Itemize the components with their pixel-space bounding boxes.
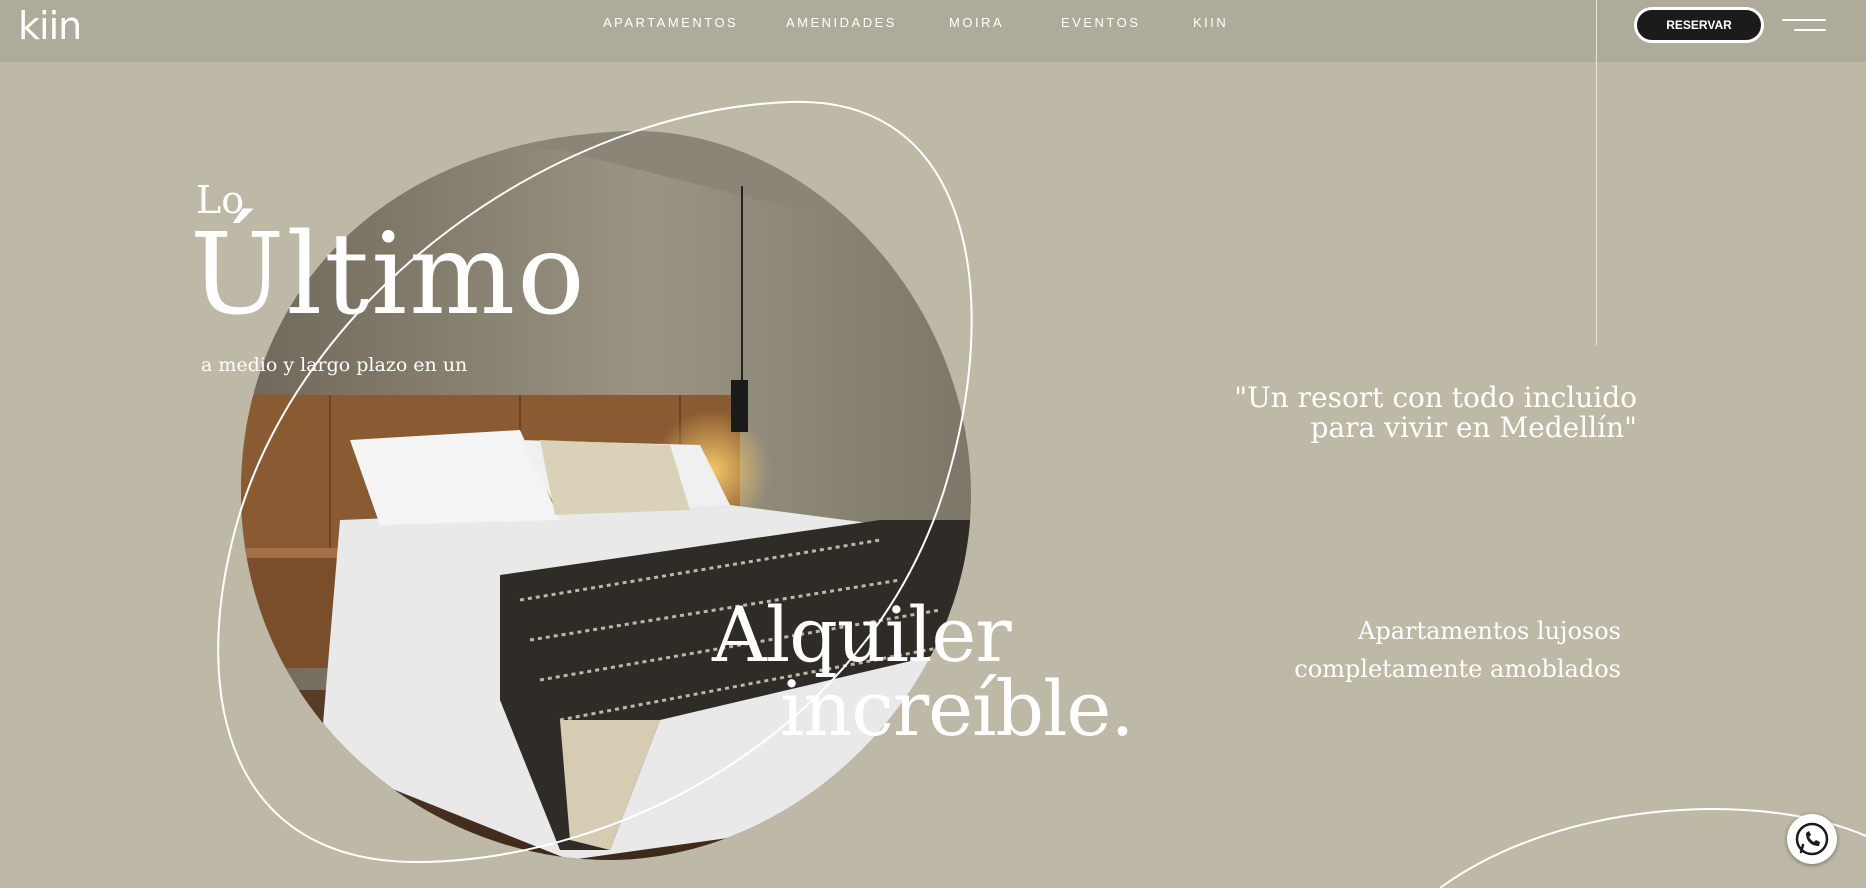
hero-graphic [217,100,1866,888]
hero-title: Último [190,210,587,340]
feature-line-1: Apartamentos lujosos [1358,617,1621,645]
resort-quote-line-1: "Un resort con todo incluido [1234,381,1637,414]
hero-subtitle: a medio y largo plazo en un [201,354,468,376]
feature-line-2: completamente amoblados [1294,655,1621,683]
resort-quote-line-2: para vivir en Medellín" [1310,411,1637,444]
whatsapp-button[interactable] [1787,814,1837,864]
headline-increible: increíble. [780,664,1135,753]
resort-quote: "Un resort con todo incluido para vivir … [1234,383,1637,443]
whatsapp-icon [1795,822,1829,856]
feature-text: Apartamentos lujosos completamente amobl… [1294,612,1621,688]
